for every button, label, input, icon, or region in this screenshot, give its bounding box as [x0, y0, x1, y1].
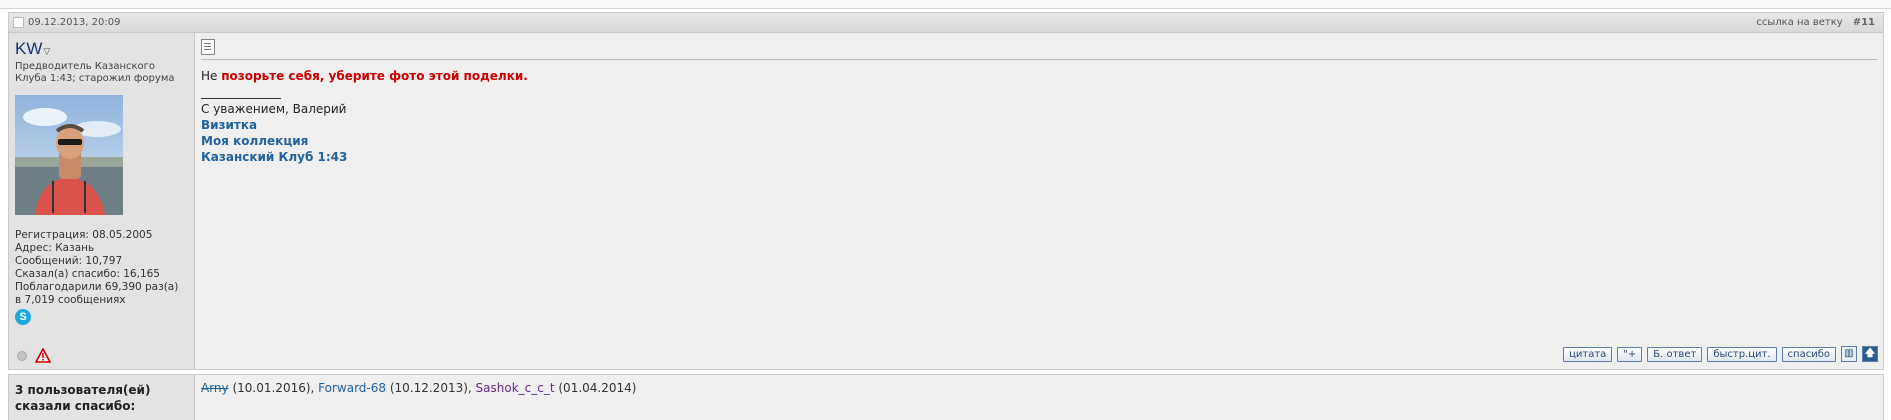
thanks-date: (01.04.2014) [554, 381, 637, 395]
offline-status-icon [17, 350, 27, 361]
message-text: Не [201, 69, 222, 83]
message-count: Сообщений: 10,797 [15, 255, 123, 267]
message-highlight: позорьте себя, уберите фото этой поделки… [221, 69, 528, 83]
signature-link-collection[interactable]: Моя коллекция [201, 133, 1877, 149]
post-date: 09.12.2013, 20:09 [28, 17, 121, 28]
quick-reply-button[interactable]: Б. ответ [1647, 346, 1703, 362]
thanks-user-link[interactable]: Sashok_c_c_t [476, 381, 555, 395]
quick-quote-button[interactable]: быстр.цит. [1707, 346, 1777, 362]
thanked-count: Поблагодарили 69,390 раз(а) [15, 281, 179, 293]
signature-divider [201, 98, 281, 99]
chevron-down-icon[interactable]: ▽ [43, 46, 50, 57]
post-message: Не позорьте себя, уберите фото этой поде… [201, 68, 1877, 84]
list-view-icon[interactable]: ▥ [1841, 346, 1857, 362]
said-thanks-count: Сказал(а) спасибо: 16,165 [15, 268, 160, 280]
thanks-user-link[interactable]: Arny [201, 381, 229, 395]
post-number-link[interactable]: #11 [1853, 13, 1875, 32]
thanks-block: 3 пользователя(ей) сказали спасибо: Arny… [8, 374, 1884, 420]
post-header: 09.12.2013, 20:09 ссылка на ветку #11 [9, 13, 1883, 33]
skype-icon[interactable]: S [15, 309, 31, 325]
thanked-posts-count: в 7,019 сообщениях [15, 294, 126, 306]
thread-link[interactable]: ссылка на ветку [1756, 13, 1842, 32]
username[interactable]: KW [15, 39, 42, 59]
signature-link-card[interactable]: Визитка [201, 117, 1877, 133]
quote-button[interactable]: цитата [1563, 346, 1613, 362]
thanks-label: 3 пользователя(ей) сказали спасибо: [9, 375, 195, 420]
user-address: Адрес: Казань [15, 242, 95, 254]
post-status-icon [13, 17, 24, 28]
document-icon [201, 39, 215, 55]
forum-post: 09.12.2013, 20:09 ссылка на ветку #11 KW… [8, 12, 1884, 370]
user-stats: Регистрация: 08.05.2005 Адрес: Казань Со… [15, 229, 188, 325]
arrow-up-icon[interactable]: 🡅 [1862, 346, 1878, 362]
avatar[interactable] [15, 95, 123, 215]
thanks-date: (10.01.2016), [228, 381, 319, 395]
content-divider [201, 59, 1877, 60]
post-content: Не позорьте себя, уберите фото этой поде… [195, 33, 1883, 369]
username-menu[interactable]: KW ▽ [15, 39, 188, 59]
signature-link-club[interactable]: Казанский Клуб 1:43 [201, 149, 1877, 165]
thanks-user-link[interactable]: Forward-68 [318, 381, 386, 395]
report-warning-icon[interactable] [35, 348, 51, 363]
top-divider [0, 0, 1891, 9]
multiquote-button[interactable]: "+ [1617, 346, 1643, 362]
user-info-panel: KW ▽ Предводитель Казанского Клуба 1:43;… [9, 33, 195, 369]
signature-greeting: С уважением, Валерий [201, 102, 347, 116]
thanks-button[interactable]: спасибо [1781, 346, 1836, 362]
registration-date: Регистрация: 08.05.2005 [15, 229, 153, 241]
thanks-list: Arny (10.01.2016), Forward-68 (10.12.201… [195, 375, 642, 420]
user-title: Предводитель Казанского Клуба 1:43; стар… [15, 61, 175, 84]
post-action-buttons: цитата "+ Б. ответ быстр.цит. спасибо ▥ … [1563, 346, 1878, 362]
thanks-date: (10.12.2013), [386, 381, 476, 395]
